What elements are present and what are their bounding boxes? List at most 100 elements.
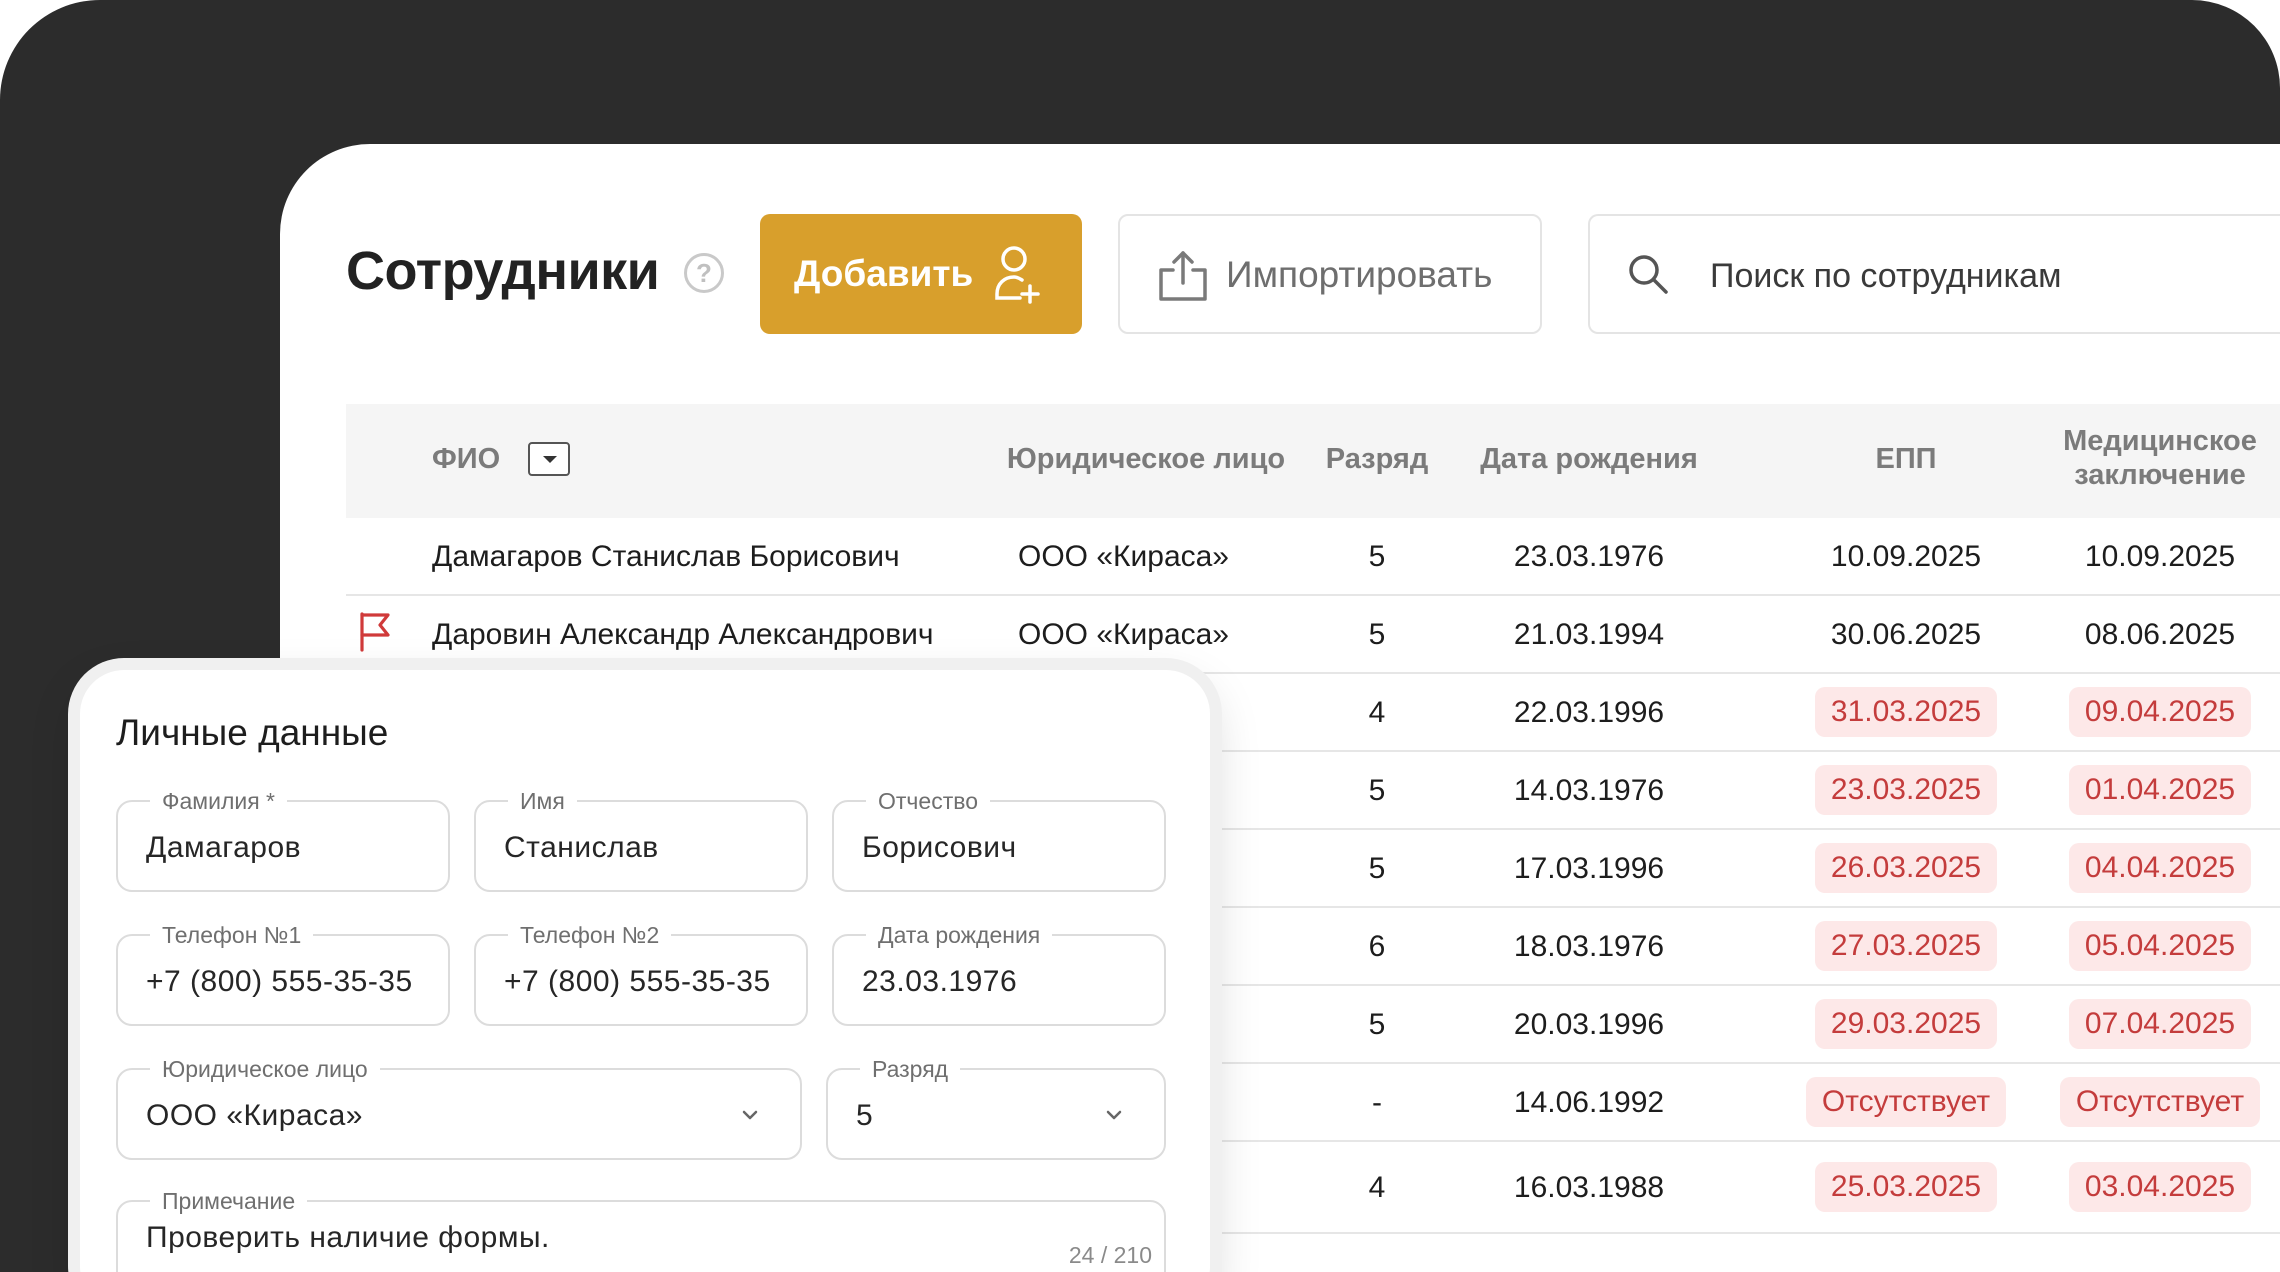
cell-birth-date: 14.03.1976	[1513, 774, 1665, 807]
column-header-org[interactable]: Юридическое лицо	[996, 442, 1296, 476]
cell-rank: 4	[1368, 696, 1386, 729]
last-name-value: Дамагаров	[146, 831, 302, 864]
cell-birth-date: 16.03.1988	[1513, 1171, 1665, 1204]
phone1-value: +7 (800) 555-35-35	[146, 965, 413, 998]
cell-medical: 05.04.2025	[2040, 908, 2280, 986]
column-header-rank[interactable]: Разряд	[1312, 442, 1442, 476]
first-name-value: Станислав	[504, 831, 659, 864]
add-user-icon	[995, 246, 1040, 304]
patronymic-field[interactable]: Отчество Борисович	[832, 788, 1166, 892]
question-circle-icon[interactable]: ?	[684, 253, 724, 293]
first-name-field[interactable]: Имя Станислав	[474, 788, 808, 892]
medical-date-badge: 08.06.2025	[2084, 618, 2236, 651]
patronymic-value: Борисович	[862, 831, 1017, 864]
table-row[interactable]: Дамагаров Станислав Борисович ООО «Кираса…	[346, 518, 2280, 596]
rank-value: 5	[856, 1099, 874, 1132]
epp-date-badge: 10.09.2025	[1830, 540, 1982, 573]
flag-icon[interactable]	[356, 610, 396, 654]
cell-birth-date: 22.03.1996	[1513, 696, 1665, 729]
medical-date-badge: 01.04.2025	[2068, 765, 2252, 816]
personal-data-card: Личные данные Фамилия * Дамагаров Имя Ст…	[80, 670, 1210, 1272]
epp-date-badge: 30.06.2025	[1830, 618, 1982, 651]
cell-epp: 23.03.2025	[1786, 752, 2026, 830]
org-value: ООО «Кираса»	[146, 1099, 363, 1132]
page-title: Сотрудники	[346, 241, 660, 301]
cell-org: ООО «Кираса»	[1018, 618, 1229, 651]
cell-birth-date: 20.03.1996	[1513, 1008, 1665, 1041]
add-button-label: Добавить	[794, 253, 974, 294]
phone2-field[interactable]: Телефон №2 +7 (800) 555-35-35	[474, 922, 808, 1026]
birth-date-field[interactable]: Дата рождения 23.03.1976	[832, 922, 1166, 1026]
cell-epp: 30.06.2025	[1786, 596, 2026, 674]
cell-epp: 10.09.2025	[1786, 518, 2026, 596]
cell-rank: 5	[1368, 852, 1386, 885]
cell-birth-date: 21.03.1994	[1513, 618, 1665, 651]
search-input[interactable]	[1710, 246, 2270, 306]
column-header-med[interactable]: Медицинское заключение	[2030, 424, 2280, 492]
search-icon	[1629, 255, 1668, 294]
cell-name: Даровин Александр Александрович	[432, 618, 934, 651]
chevron-down-icon	[1106, 1110, 1122, 1120]
cell-medical: 07.04.2025	[2040, 986, 2280, 1064]
phone2-value: +7 (800) 555-35-35	[504, 965, 771, 998]
cell-birth-date: 14.06.1992	[1513, 1086, 1665, 1119]
table-row[interactable]: Даровин Александр Александрович ООО «Кира…	[346, 596, 2280, 674]
birth-date-value: 23.03.1976	[862, 965, 1018, 998]
epp-date-badge: 29.03.2025	[1814, 999, 1998, 1050]
cell-medical: 04.04.2025	[2040, 830, 2280, 908]
epp-date-badge: 25.03.2025	[1814, 1162, 1998, 1213]
column-header-name[interactable]: ФИО	[432, 442, 500, 476]
note-value: Проверить наличие формы.	[146, 1221, 550, 1254]
cell-medical: 01.04.2025	[2040, 752, 2280, 830]
medical-date-badge: 05.04.2025	[2068, 921, 2252, 972]
epp-date-badge: 27.03.2025	[1814, 921, 1998, 972]
rank-select[interactable]: Разряд 5	[826, 1056, 1166, 1160]
medical-date-badge: 04.04.2025	[2068, 843, 2252, 894]
medical-date-badge: Отсутствует	[2059, 1077, 2261, 1128]
epp-date-badge: 31.03.2025	[1814, 687, 1998, 738]
cell-rank: 5	[1368, 540, 1386, 573]
cell-birth-date: 23.03.1976	[1513, 540, 1665, 573]
medical-date-badge: 03.04.2025	[2068, 1162, 2252, 1213]
import-button-label: Импортировать	[1226, 254, 1493, 295]
search-box[interactable]	[1588, 214, 2280, 334]
upload-icon	[1159, 251, 1207, 301]
epp-date-badge: 23.03.2025	[1814, 765, 1998, 816]
cell-medical: 10.09.2025	[2040, 518, 2280, 596]
cell-birth-date: 17.03.1996	[1513, 852, 1665, 885]
medical-date-badge: 10.09.2025	[2084, 540, 2236, 573]
column-header-med-line2: заключение	[2074, 459, 2246, 491]
add-employee-button[interactable]: Добавить	[760, 214, 1082, 334]
phone1-field[interactable]: Телефон №1 +7 (800) 555-35-35	[116, 922, 450, 1026]
org-select[interactable]: Юридическое лицо ООО «Кираса»	[116, 1056, 802, 1160]
medical-date-badge: 07.04.2025	[2068, 999, 2252, 1050]
import-button[interactable]: Импортировать	[1118, 214, 1542, 334]
cell-epp: Отсутствует	[1786, 1064, 2026, 1142]
cell-rank: 6	[1368, 930, 1386, 963]
column-header-dob[interactable]: Дата рождения	[1464, 442, 1714, 476]
column-header-epp[interactable]: ЕПП	[1846, 442, 1966, 476]
cell-epp: 31.03.2025	[1786, 674, 2026, 752]
cell-birth-date: 18.03.1976	[1513, 930, 1665, 963]
cell-epp: 29.03.2025	[1786, 986, 2026, 1064]
cell-rank: 5	[1368, 1008, 1386, 1041]
cell-epp: 25.03.2025	[1786, 1142, 2026, 1234]
column-header-med-line1: Медицинское	[2063, 425, 2257, 457]
cell-epp: 26.03.2025	[1786, 830, 2026, 908]
epp-date-badge: Отсутствует	[1805, 1077, 2007, 1128]
cell-org: ООО «Кираса»	[1018, 540, 1229, 573]
rank-label: Разряд	[860, 1056, 961, 1082]
cell-rank: -	[1372, 1086, 1382, 1119]
cell-epp: 27.03.2025	[1786, 908, 2026, 986]
sort-dropdown-icon[interactable]	[528, 442, 570, 476]
cell-rank: 5	[1368, 774, 1386, 807]
cell-medical: 03.04.2025	[2040, 1142, 2280, 1234]
last-name-field[interactable]: Фамилия * Дамагаров	[116, 788, 450, 892]
table-header: ФИО Юридическое лицо Разряд Дата рождени…	[346, 404, 2280, 518]
note-textarea[interactable]: Примечание Проверить наличие формы. 24 /…	[116, 1188, 1166, 1272]
cell-medical: 09.04.2025	[2040, 674, 2280, 752]
cell-medical: Отсутствует	[2040, 1064, 2280, 1142]
note-char-counter: 24 / 210	[1068, 1242, 1152, 1268]
medical-date-badge: 09.04.2025	[2068, 687, 2252, 738]
form-title: Личные данные	[116, 712, 389, 753]
